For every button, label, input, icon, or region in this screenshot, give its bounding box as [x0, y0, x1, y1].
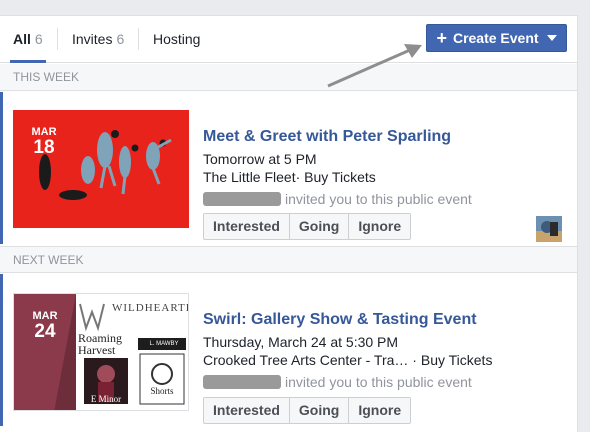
annotation-arrow-icon	[327, 44, 422, 88]
